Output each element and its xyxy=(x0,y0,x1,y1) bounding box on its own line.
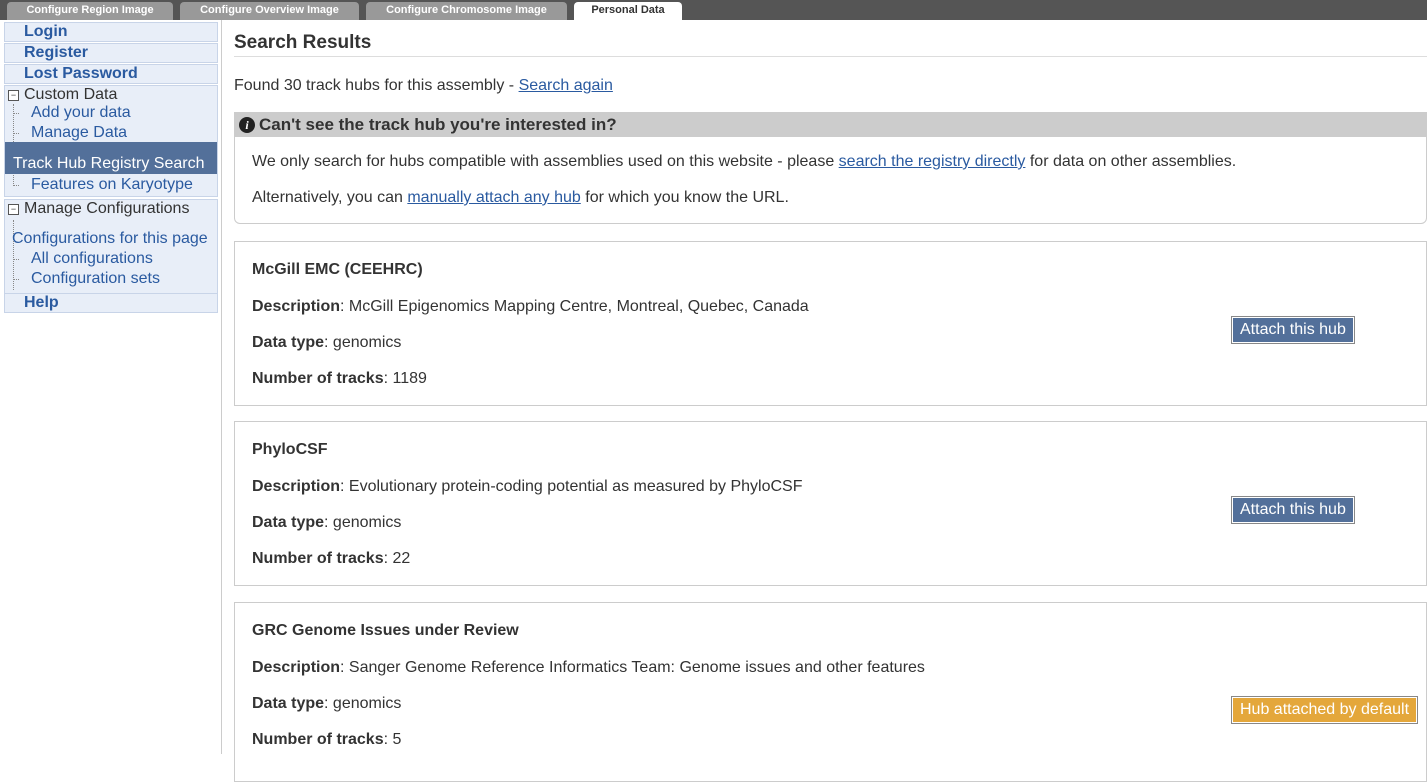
sidebar-item-track-hub-registry-search[interactable]: Track Hub Registry Search xyxy=(5,142,217,174)
hub-name: PhyloCSF xyxy=(252,441,328,458)
num-tracks-value: 22 xyxy=(392,550,411,567)
hub-data-type: Data type: genomics xyxy=(252,334,402,351)
manage-configurations-heading[interactable]: Manage Configurations xyxy=(24,200,189,218)
tree-branch xyxy=(13,113,19,114)
num-tracks-value: 1189 xyxy=(392,370,427,387)
tab-bar: Configure Region Image Configure Overvie… xyxy=(0,0,1427,20)
description-label: Description xyxy=(252,478,341,495)
hub-description: Description: Sanger Genome Reference Inf… xyxy=(252,659,925,676)
hub-data-type: Data type: genomics xyxy=(252,695,402,712)
hub-description: Description: Evolutionary protein-coding… xyxy=(252,478,803,495)
sidebar: Login Register Lost Password − Custom Da… xyxy=(0,20,222,754)
tab-configure-chromosome-image[interactable]: Configure Chromosome Image xyxy=(366,2,567,20)
sidebar-item-all-configurations[interactable]: All configurations xyxy=(31,250,153,268)
info-icon: i xyxy=(239,117,255,133)
collapse-toggle-icon[interactable]: − xyxy=(8,204,19,215)
sidebar-item-configurations-for-this-page[interactable]: Configurations for this page xyxy=(12,230,208,248)
hub-track-count: Number of tracks: 22 xyxy=(252,550,411,567)
tree-branch xyxy=(13,185,19,186)
tab-configure-region-image[interactable]: Configure Region Image xyxy=(7,2,173,20)
hub-name: GRC Genome Issues under Review xyxy=(252,622,519,639)
tab-configure-overview-image[interactable]: Configure Overview Image xyxy=(180,2,359,20)
sidebar-item-label: Track Hub Registry Search xyxy=(13,155,205,172)
hub-card: GRC Genome Issues under Review Descripti… xyxy=(234,602,1427,782)
num-tracks-label: Number of tracks xyxy=(252,370,384,387)
info-paragraph-2: Alternatively, you can manually attach a… xyxy=(252,189,789,207)
help-button[interactable]: Help xyxy=(4,293,218,313)
description-value: McGill Epigenomics Mapping Centre, Montr… xyxy=(348,298,809,315)
attach-hub-button[interactable]: Attach this hub xyxy=(1232,497,1354,523)
register-label: Register xyxy=(24,44,89,61)
manually-attach-hub-link[interactable]: manually attach any hub xyxy=(407,189,580,206)
tree-branch xyxy=(13,259,19,260)
data-type-label: Data type xyxy=(252,514,325,531)
data-type-value: genomics xyxy=(332,514,402,531)
attach-hub-button[interactable]: Attach this hub xyxy=(1232,317,1354,343)
data-type-label: Data type xyxy=(252,334,325,351)
sidebar-item-manage-data[interactable]: Manage Data xyxy=(31,124,127,142)
info-paragraph-1: We only search for hubs compatible with … xyxy=(252,153,1236,171)
page-title: Search Results xyxy=(234,32,372,53)
sidebar-item-features-on-karyotype[interactable]: Features on Karyotype xyxy=(31,176,193,194)
info-box: i Can't see the track hub you're interes… xyxy=(234,112,1427,224)
num-tracks-label: Number of tracks xyxy=(252,731,384,748)
custom-data-heading[interactable]: Custom Data xyxy=(24,86,117,104)
search-registry-link[interactable]: search the registry directly xyxy=(839,153,1026,170)
login-label: Login xyxy=(24,23,68,40)
lost-password-label: Lost Password xyxy=(24,65,138,82)
hub-card: McGill EMC (CEEHRC) Description: McGill … xyxy=(234,241,1427,406)
description-value: Evolutionary protein-coding potential as… xyxy=(348,478,803,495)
tab-personal-data[interactable]: Personal Data xyxy=(574,2,682,20)
hub-attached-by-default-button[interactable]: Hub attached by default xyxy=(1232,697,1418,723)
description-label: Description xyxy=(252,659,341,676)
lost-password-button[interactable]: Lost Password xyxy=(4,64,218,84)
data-type-value: genomics xyxy=(332,695,402,712)
results-summary: Found 30 track hubs for this assembly - … xyxy=(234,77,613,95)
results-count-text: Found 30 track hubs for this assembly - xyxy=(234,77,519,94)
info-text: for which you know the URL. xyxy=(580,189,789,206)
sidebar-item-configuration-sets[interactable]: Configuration sets xyxy=(31,270,160,288)
hub-track-count: Number of tracks: 1189 xyxy=(252,370,427,387)
help-label: Help xyxy=(24,294,59,311)
register-button[interactable]: Register xyxy=(4,43,218,63)
hub-card: PhyloCSF Description: Evolutionary prote… xyxy=(234,421,1427,586)
description-label: Description xyxy=(252,298,341,315)
hub-track-count: Number of tracks: 5 xyxy=(252,731,402,748)
hub-name: McGill EMC (CEEHRC) xyxy=(252,261,423,278)
info-box-heading: Can't see the track hub you're intereste… xyxy=(259,115,617,134)
num-tracks-value: 5 xyxy=(392,731,402,748)
info-text: for data on other assemblies. xyxy=(1025,153,1237,170)
data-type-label: Data type xyxy=(252,695,325,712)
num-tracks-label: Number of tracks xyxy=(252,550,384,567)
info-box-header: i Can't see the track hub you're interes… xyxy=(235,113,1426,137)
info-text: We only search for hubs compatible with … xyxy=(252,153,839,170)
data-type-value: genomics xyxy=(332,334,402,351)
info-text: Alternatively, you can xyxy=(252,189,408,206)
hub-data-type: Data type: genomics xyxy=(252,514,402,531)
description-value: Sanger Genome Reference Informatics Team… xyxy=(348,659,925,676)
hub-description: Description: McGill Epigenomics Mapping … xyxy=(252,298,809,315)
search-again-link[interactable]: Search again xyxy=(519,77,613,94)
tree-branch xyxy=(13,133,19,134)
custom-data-group: − Custom Data Add your data Manage Data … xyxy=(4,85,218,197)
login-button[interactable]: Login xyxy=(4,22,218,42)
sidebar-item-add-your-data[interactable]: Add your data xyxy=(31,104,131,122)
collapse-toggle-icon[interactable]: − xyxy=(8,90,19,101)
tree-branch xyxy=(13,279,19,280)
title-divider xyxy=(234,56,1427,57)
